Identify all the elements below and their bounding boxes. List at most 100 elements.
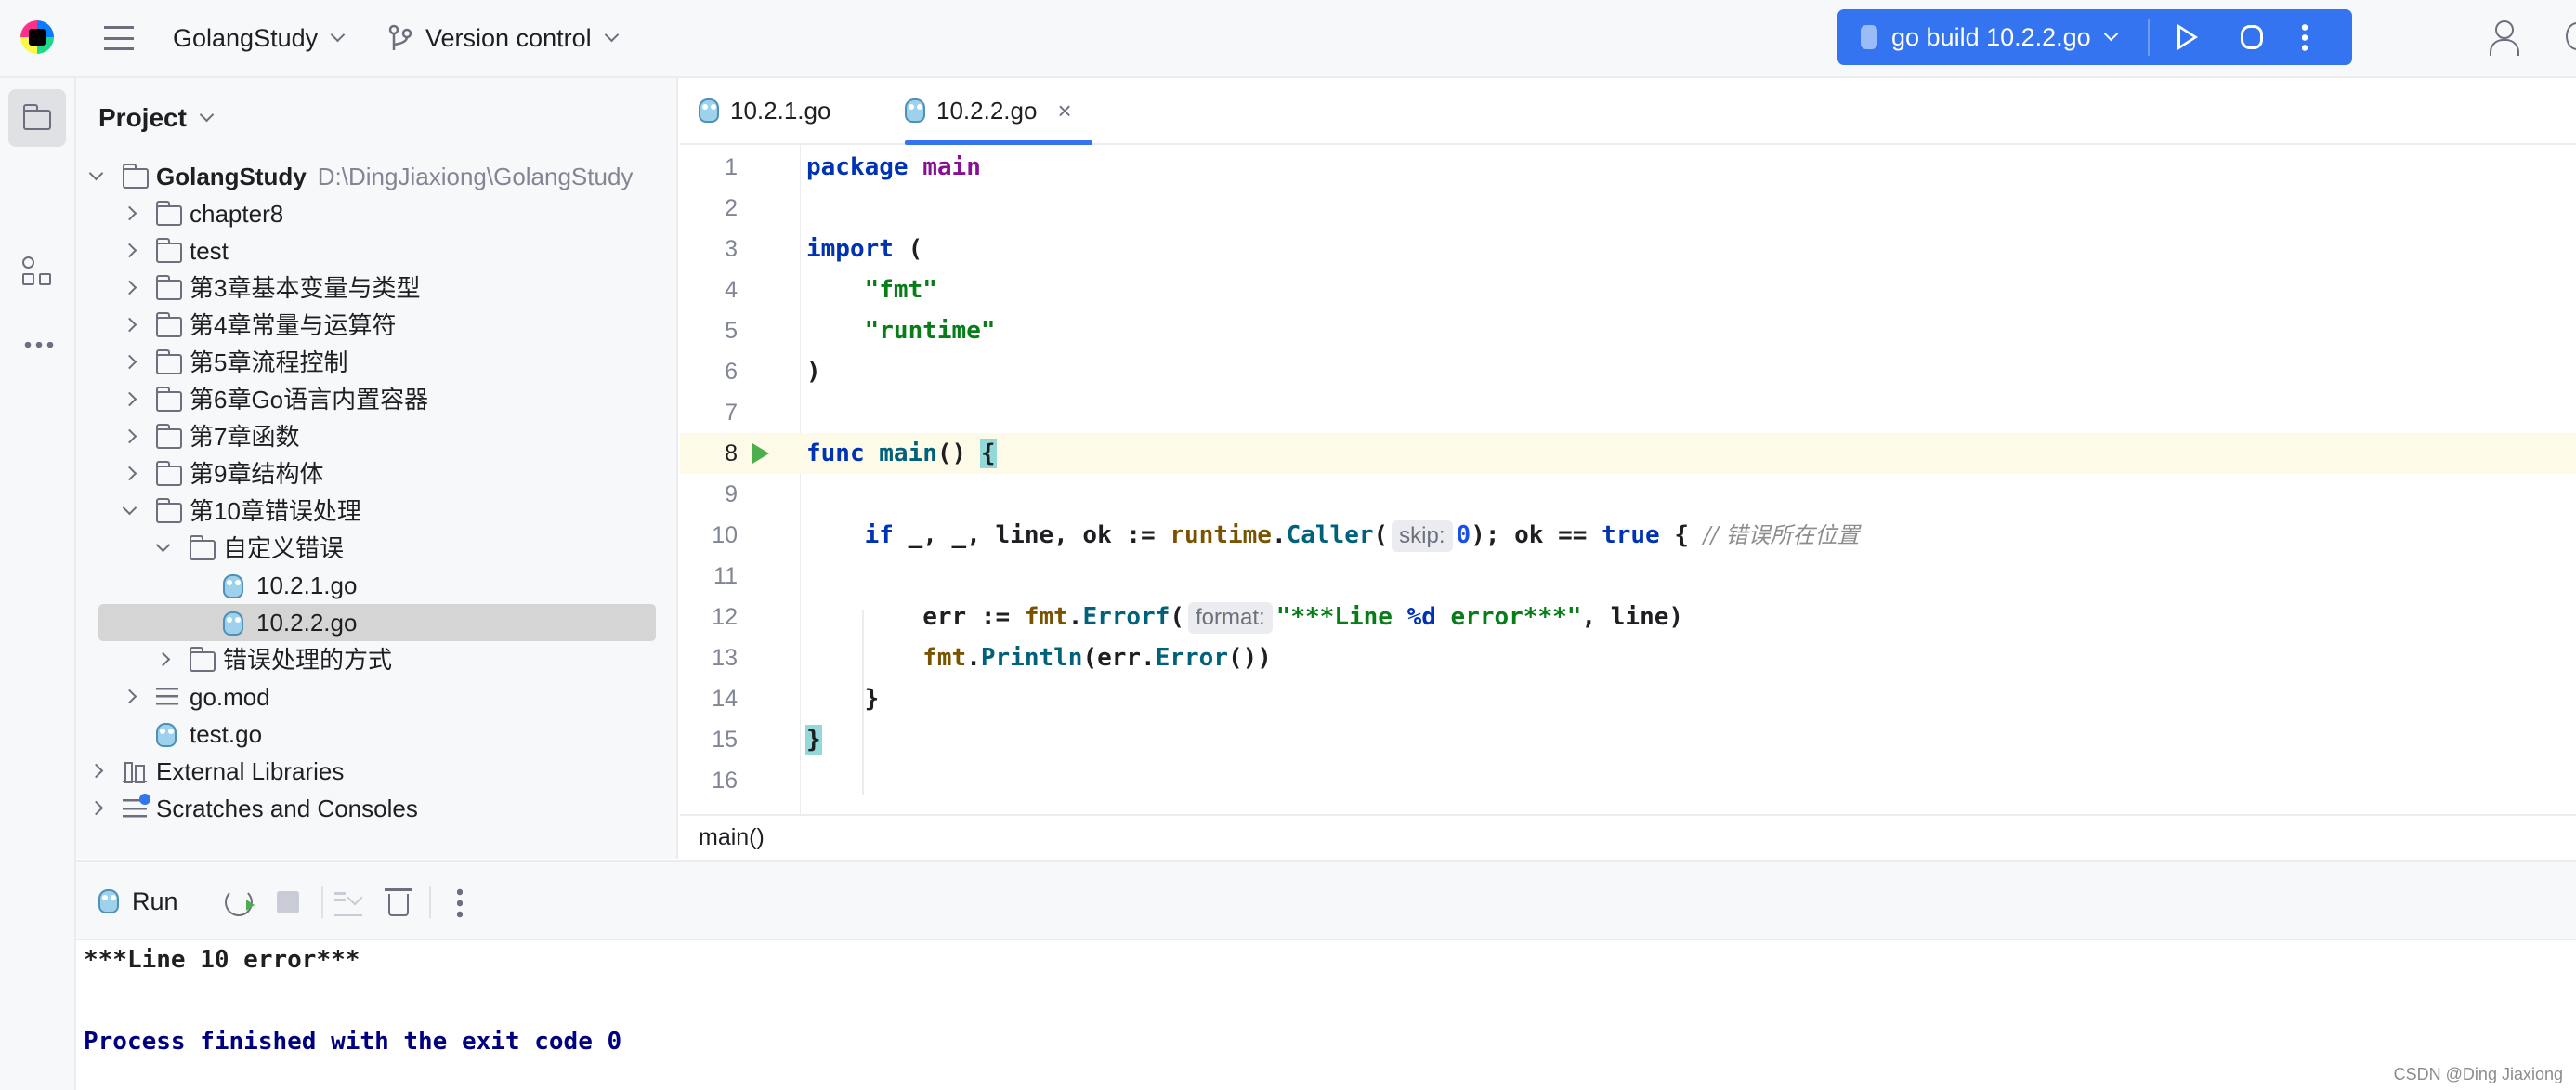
folder-icon — [155, 461, 182, 486]
parameter-hint: format: — [1188, 602, 1273, 634]
code-line: 14 } — [712, 685, 880, 713]
scratches-icon — [123, 794, 150, 820]
console-output-line: ***Line 10 error*** — [84, 946, 360, 974]
chevron-down-icon — [330, 27, 346, 42]
folder-icon — [189, 647, 216, 672]
breadcrumb[interactable]: main() — [680, 814, 2576, 859]
folder-icon — [155, 387, 182, 412]
stop-icon[interactable] — [277, 891, 299, 913]
watermark: CSDN @Ding Jiaxiong — [2393, 1065, 2563, 1083]
expand-arrow-icon[interactable] — [122, 391, 137, 407]
code-line: 13 fmt.Println(err.Error()) — [712, 644, 1272, 672]
expand-arrow-icon[interactable] — [122, 243, 137, 258]
code-line: 16 — [712, 768, 738, 794]
tree-node-folder[interactable]: 第5章流程控制 — [76, 344, 676, 381]
tree-node-file[interactable]: test.go — [76, 716, 676, 753]
run-config-selector[interactable]: go build 10.2.2.go — [1860, 9, 2118, 65]
more-actions-icon[interactable] — [2302, 22, 2308, 52]
go-file-icon — [98, 889, 119, 913]
expand-arrow-icon[interactable] — [122, 354, 137, 370]
chevron-down-icon — [604, 27, 619, 42]
folder-icon — [155, 275, 182, 300]
tree-node-folder[interactable]: 第9章结构体 — [76, 455, 676, 492]
expand-arrow-icon[interactable] — [122, 205, 137, 221]
run-tool-window: Run ***Line 10 error*** Process finished… — [76, 860, 2576, 1090]
tree-node-folder[interactable]: 第7章函数 — [76, 418, 676, 455]
structure-icon[interactable] — [22, 256, 54, 288]
add-user-icon[interactable] — [2488, 20, 2521, 56]
project-switcher[interactable]: GolangStudy — [173, 0, 346, 76]
tree-node-folder[interactable]: 自定义错误 — [76, 530, 676, 567]
folder-icon — [155, 349, 182, 374]
expand-arrow-icon[interactable] — [88, 800, 104, 816]
parameter-hint: skip: — [1392, 520, 1453, 552]
go-file-icon — [1861, 25, 1877, 49]
tree-node-scratches[interactable]: Scratches and Consoles — [76, 790, 676, 827]
folder-icon — [155, 498, 182, 523]
run-widget: go build 10.2.2.go — [1837, 9, 2352, 65]
folder-icon — [189, 535, 216, 560]
tree-node-file[interactable]: go.mod — [76, 678, 676, 716]
code-line: 6) — [725, 358, 821, 386]
tab-10-2-1[interactable]: 10.2.1.go — [699, 78, 830, 143]
project-tool-button[interactable] — [8, 89, 66, 147]
tree-node-folder[interactable]: 第6章Go语言内置容器 — [76, 381, 676, 418]
go-file-icon — [223, 574, 243, 598]
expand-arrow-icon[interactable] — [155, 651, 171, 667]
code-area[interactable]: 1 package main 2 3 import ( 4 "fmt" 5 "run… — [680, 145, 2576, 814]
folder-icon — [155, 312, 182, 337]
go-file-icon — [699, 98, 719, 123]
tree-node-folder[interactable]: 第4章常量与运算符 — [76, 307, 676, 344]
expand-arrow-icon[interactable] — [122, 689, 137, 704]
run-gutter-icon[interactable] — [752, 443, 769, 464]
run-icon[interactable] — [2177, 24, 2198, 50]
vcs-menu[interactable]: Version control — [388, 0, 619, 76]
expand-arrow-icon[interactable] — [155, 537, 171, 553]
code-line: 1 package main — [725, 153, 981, 181]
tree-node-folder[interactable]: chapter8 — [76, 195, 676, 232]
folder-icon — [155, 424, 182, 449]
run-tab[interactable]: Run — [98, 883, 178, 920]
search-icon[interactable] — [2566, 22, 2576, 50]
expand-arrow-icon[interactable] — [122, 428, 137, 444]
code-line: 2 — [725, 195, 738, 221]
expand-arrow-icon[interactable] — [88, 165, 104, 181]
go-file-icon — [156, 723, 177, 747]
tree-node-root[interactable]: GolangStudy D:\DingJiaxiong\GolangStudy — [76, 158, 676, 195]
scroll-to-end-icon[interactable] — [334, 888, 362, 916]
tree-node-folder[interactable]: 第3章基本变量与类型 — [76, 269, 676, 307]
go-file-icon — [223, 611, 243, 636]
console-exit-line: Process finished with the exit code 0 — [84, 1028, 622, 1056]
main-menu-icon[interactable] — [104, 26, 134, 50]
expand-arrow-icon[interactable] — [122, 500, 137, 516]
code-line: 3 import ( — [725, 235, 923, 263]
tree-node-libraries[interactable]: External Libraries — [76, 753, 676, 790]
rerun-icon[interactable] — [225, 888, 255, 916]
project-panel-title[interactable]: Project — [98, 78, 215, 158]
close-icon[interactable]: × — [1057, 97, 1071, 125]
more-actions-icon[interactable] — [457, 886, 463, 918]
divider — [429, 886, 431, 918]
tree-node-folder[interactable]: test — [76, 232, 676, 269]
more-tools-icon[interactable] — [22, 342, 54, 348]
folder-icon — [22, 104, 51, 130]
tree-node-folder[interactable]: 错误处理的方式 — [76, 641, 676, 678]
library-icon — [123, 762, 147, 783]
vcs-label: Version control — [425, 23, 592, 52]
code-line-current: 8 func main() { — [680, 433, 2576, 474]
expand-arrow-icon[interactable] — [88, 763, 104, 779]
expand-arrow-icon[interactable] — [122, 317, 137, 333]
mod-file-icon — [156, 688, 178, 706]
debug-icon[interactable] — [2241, 25, 2263, 49]
tree-node-file[interactable]: 10.2.1.go — [76, 567, 676, 604]
trash-icon[interactable] — [385, 888, 412, 916]
branch-icon — [388, 24, 412, 50]
tab-10-2-2[interactable]: 10.2.2.go × — [905, 78, 1092, 145]
tree-node-folder[interactable]: 第10章错误处理 — [76, 492, 676, 530]
expand-arrow-icon[interactable] — [122, 466, 137, 481]
editor-tabs: 10.2.1.go 10.2.2.go × — [680, 78, 2576, 145]
run-toolbar: Run — [76, 862, 2576, 940]
expand-arrow-icon[interactable] — [122, 280, 137, 295]
project-panel: Project GolangStudy D:\DingJiaxiong\Golan… — [76, 78, 678, 859]
tree-node-file-selected[interactable]: 10.2.2.go — [76, 604, 676, 641]
